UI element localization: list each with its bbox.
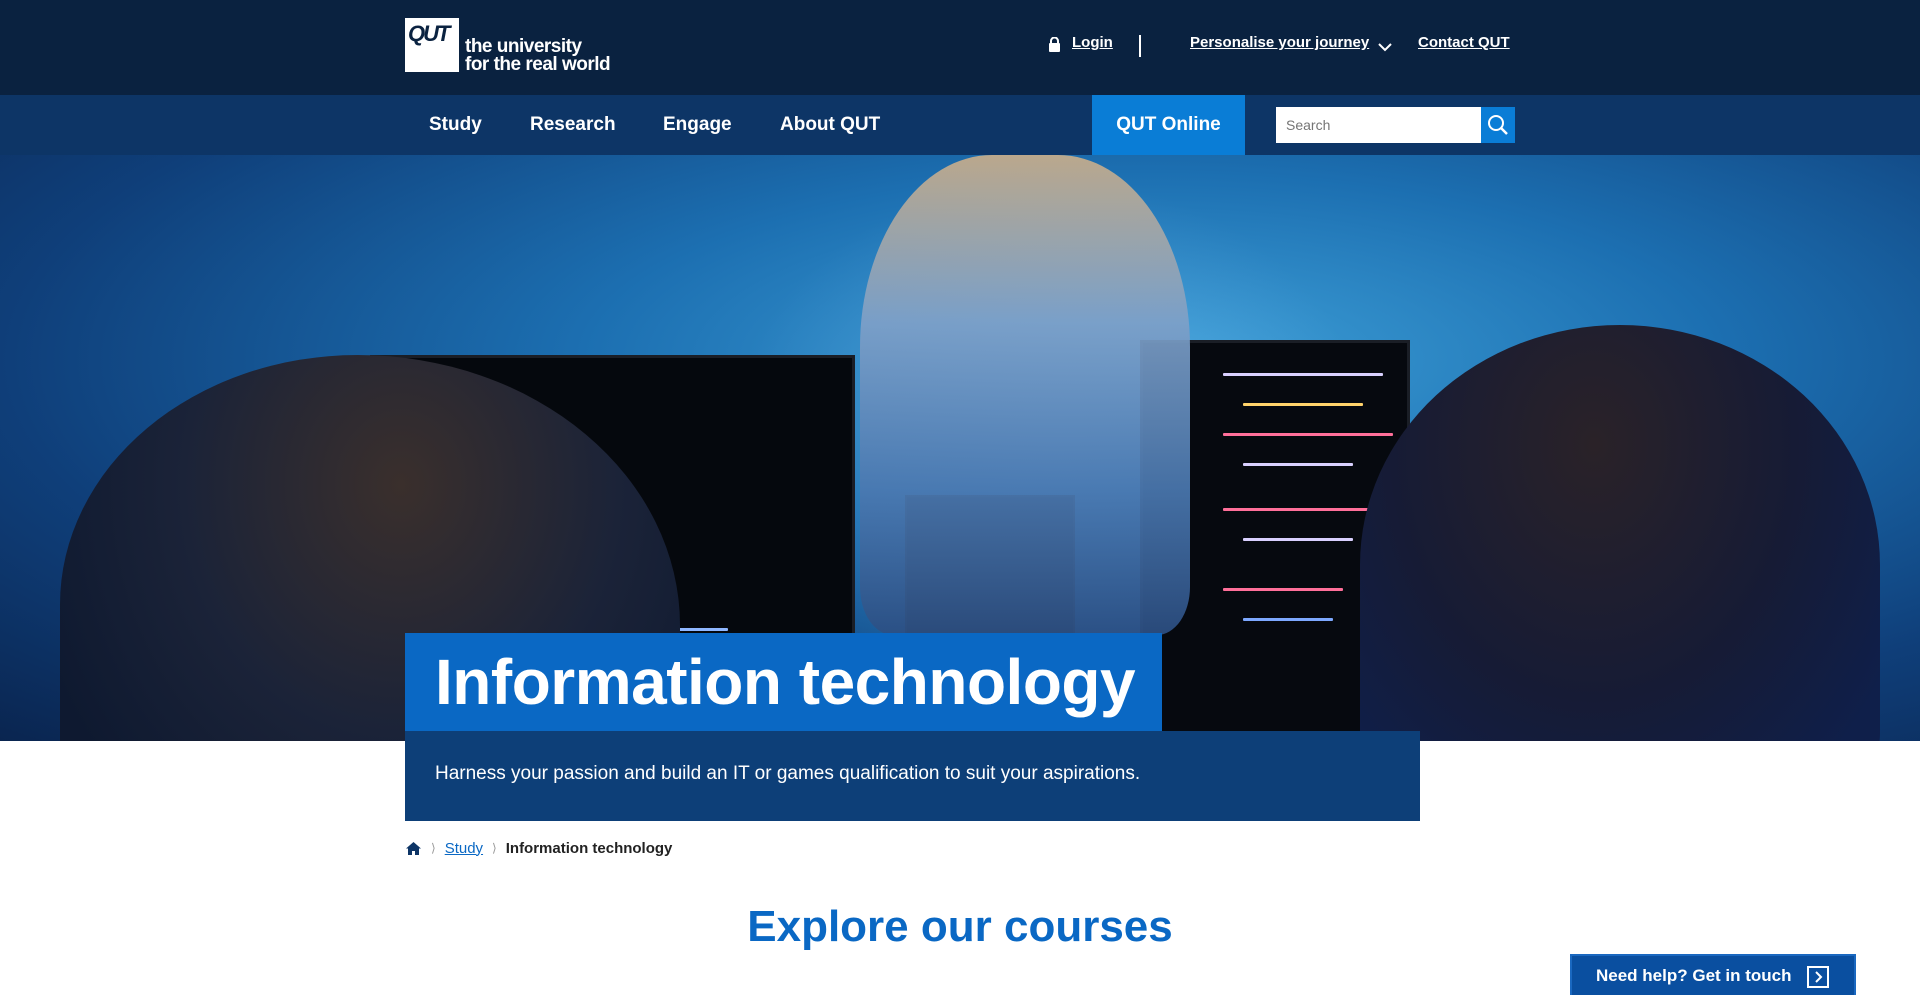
- hero-subtitle-box: Harness your passion and build an IT or …: [405, 731, 1420, 821]
- logo-tagline: the university for the real world: [465, 37, 611, 75]
- nav-item-about-qut[interactable]: About QUT: [780, 114, 880, 136]
- page-title: Information technology: [435, 646, 1136, 718]
- code-line: [1223, 433, 1393, 436]
- qut-logo[interactable]: QUT the university for the real world: [405, 18, 611, 75]
- breadcrumb: ⟩ Study ⟩ Information technology: [405, 838, 672, 858]
- logo-line-2: for the real world: [465, 54, 611, 75]
- student-vr-headset-image: [860, 155, 1190, 635]
- logo-mark-text: QUT: [408, 21, 450, 46]
- chevron-down-icon[interactable]: [1378, 42, 1392, 52]
- need-help-label: Need help? Get in touch: [1596, 965, 1792, 985]
- header-divider: [1139, 35, 1141, 57]
- nav-item-engage[interactable]: Engage: [663, 114, 732, 136]
- search-icon: [1488, 115, 1508, 135]
- breadcrumb-separator-icon: ⟩: [492, 841, 497, 855]
- explore-courses-heading: Explore our courses: [747, 902, 1173, 951]
- lock-icon: [1049, 37, 1060, 52]
- nav-item-research[interactable]: Research: [530, 114, 616, 136]
- qut-logo-mark: QUT: [405, 18, 459, 72]
- code-line: [1243, 403, 1363, 406]
- login-link[interactable]: Login: [1072, 34, 1113, 51]
- top-bar: QUT the university for the real world Lo…: [0, 0, 1920, 95]
- breadcrumb-current: Information technology: [505, 839, 673, 857]
- search-input[interactable]: [1276, 107, 1481, 143]
- page-subtitle: Harness your passion and build an IT or …: [435, 763, 1141, 784]
- code-line: [1223, 588, 1343, 591]
- code-line: [1243, 618, 1333, 621]
- personalise-journey-link[interactable]: Personalise your journey: [1190, 34, 1369, 51]
- search-button[interactable]: [1481, 107, 1515, 143]
- breadcrumb-separator-icon: ⟩: [431, 841, 436, 855]
- open-panel-icon: [1807, 966, 1829, 988]
- home-icon[interactable]: [405, 841, 422, 856]
- breadcrumb-study-link[interactable]: Study: [445, 840, 483, 857]
- hero-title-box: Information technology: [405, 633, 1162, 731]
- code-line: [1243, 463, 1353, 466]
- need-help-button[interactable]: Need help? Get in touch: [1570, 954, 1856, 995]
- qut-online-button[interactable]: QUT Online: [1092, 95, 1245, 155]
- code-line: [1243, 538, 1353, 541]
- student-right-image: [1360, 325, 1880, 741]
- main-nav: Study Research Engage About QUT QUT Onli…: [0, 95, 1920, 155]
- contact-qut-link[interactable]: Contact QUT: [1418, 34, 1510, 51]
- code-line: [1223, 373, 1383, 376]
- nav-item-study[interactable]: Study: [429, 114, 482, 136]
